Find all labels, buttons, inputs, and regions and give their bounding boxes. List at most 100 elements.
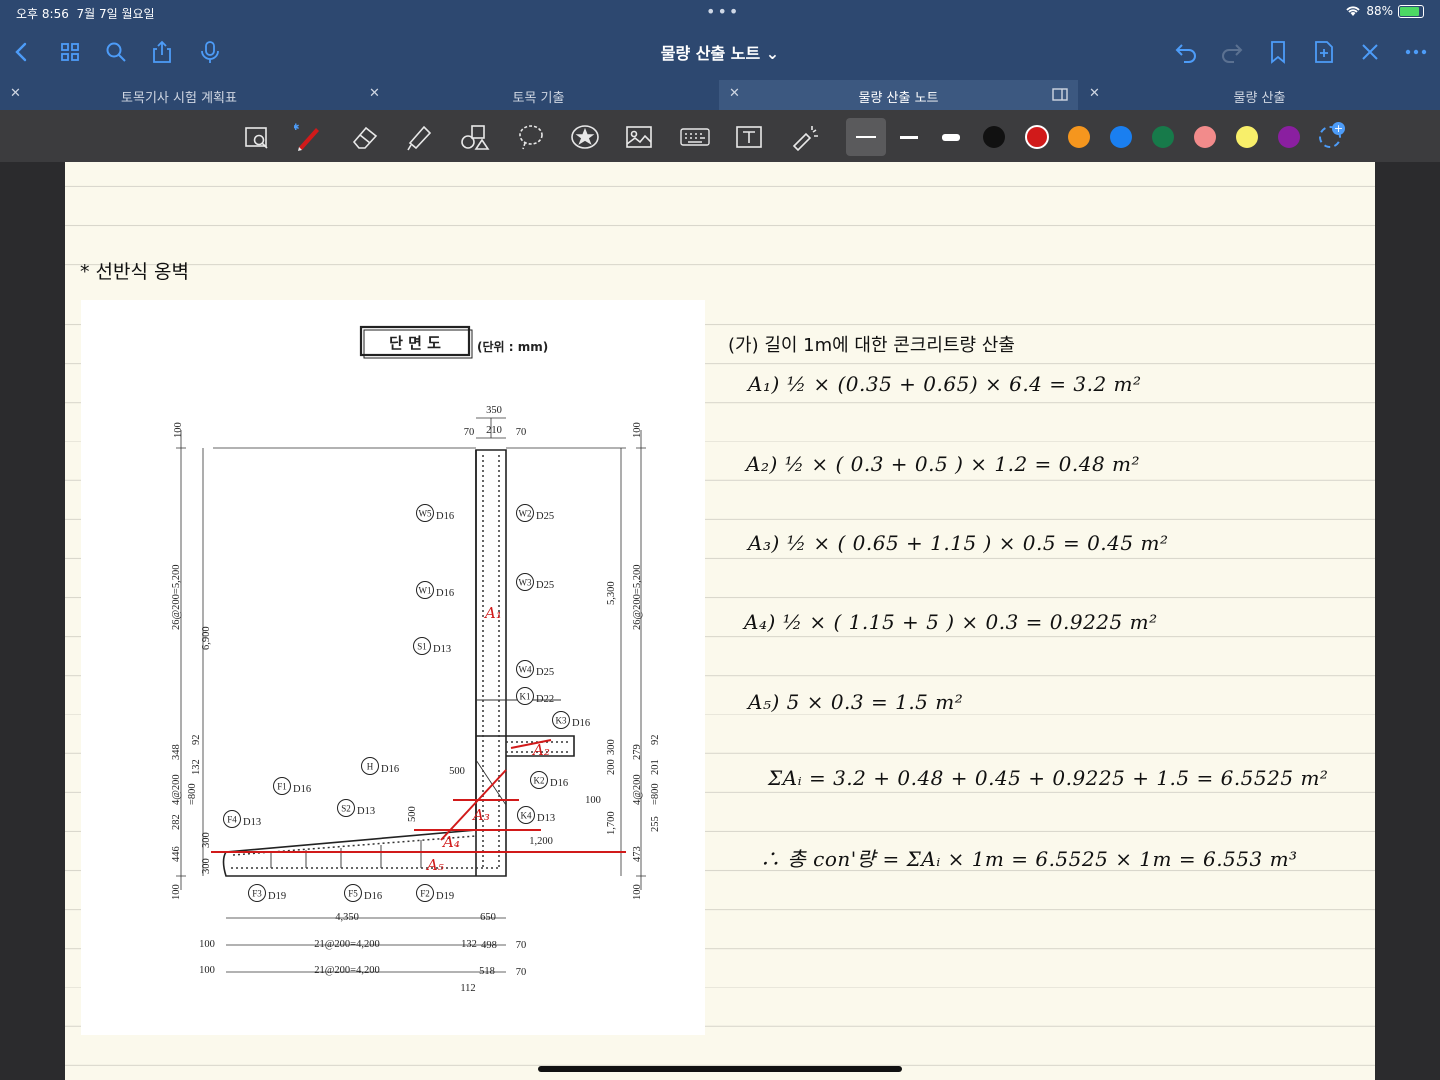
tab-label: 토목기사 시험 계획표 (121, 91, 237, 106)
battery-icon (1398, 4, 1424, 18)
eraser-icon[interactable] (350, 122, 380, 152)
calc-line-a4: A₄) ½ × ( 1.15 + 5 ) × 0.3 = 0.9225 m² (744, 610, 1158, 634)
tab-label: 물량 산출 (1233, 91, 1286, 106)
add-page-icon[interactable] (1310, 38, 1338, 66)
rebar-diameter: D25 (536, 511, 554, 522)
multitask-dots[interactable]: ••• (706, 2, 740, 21)
stroke-thick-button[interactable] (936, 122, 966, 152)
rebar-mark: W2 (519, 509, 532, 519)
rebar-mark: S1 (417, 642, 427, 652)
dim-left: 446 (171, 846, 182, 862)
rebar-mark: F4 (227, 815, 237, 825)
color-green[interactable] (1152, 126, 1174, 148)
color-purple[interactable] (1278, 126, 1300, 148)
dim-right: 201 (650, 759, 661, 775)
color-blue[interactable] (1110, 126, 1132, 148)
dim-bottom: 112 (460, 983, 475, 994)
rebar-diameter: D16 (436, 588, 454, 599)
rebar-diameter: D25 (536, 580, 554, 591)
search-icon[interactable] (102, 38, 130, 66)
dim-bottom: 70 (516, 940, 527, 951)
tab-1[interactable]: ✕ 토목기사 시험 계획표 (0, 80, 358, 110)
undo-icon[interactable] (1172, 38, 1200, 66)
dim-left: 100 (171, 884, 182, 900)
calc-line-a5: A₅) 5 × 0.3 = 1.5 m² (748, 690, 964, 714)
rebar-diameter: D13 (433, 644, 451, 655)
redo-icon[interactable] (1218, 38, 1246, 66)
pen-icon[interactable]: ✱ (294, 122, 324, 152)
home-indicator[interactable] (538, 1066, 902, 1072)
canvas-margin-left (0, 162, 65, 1080)
wifi-icon (1346, 6, 1361, 16)
laser-pointer-icon[interactable] (790, 122, 820, 152)
add-color-icon[interactable]: + (1319, 122, 1345, 148)
calc-line-total: ∴ 총 con'량 = ΣAᵢ × 1m = 6.5525 × 1m = 6.5… (760, 847, 1298, 871)
dim-top: 70 (516, 427, 527, 438)
rebar-mark: F3 (252, 889, 262, 899)
dim-right: 1,700 (606, 811, 617, 835)
zoom-window-icon[interactable] (242, 122, 272, 152)
rebar-mark: K1 (520, 692, 531, 702)
back-icon[interactable] (8, 38, 36, 66)
dim-right: 279 (632, 744, 643, 760)
dim-bottom: 70 (516, 967, 527, 978)
tab-4[interactable]: ✕ 물량 산출 (1079, 80, 1440, 110)
dim-right: 4@200 (632, 774, 643, 805)
rebar-mark: S2 (341, 804, 351, 814)
calc-line-a3: A₃) ½ × ( 0.65 + 1.15 ) × 0.5 = 0.45 m² (748, 531, 1169, 555)
color-yellow[interactable] (1236, 126, 1258, 148)
dim-right: 100 (632, 884, 643, 900)
more-icon[interactable] (1402, 38, 1430, 66)
color-red-selected[interactable] (1025, 125, 1049, 149)
rebar-diameter: D19 (436, 891, 454, 902)
dim-left: 6,900 (201, 626, 212, 650)
image-icon[interactable] (624, 122, 654, 152)
color-black[interactable] (983, 126, 1005, 148)
dim-right: 100 (632, 422, 643, 438)
rebar-mark: H (367, 762, 374, 772)
dim-left: 132 (191, 759, 202, 775)
pen-close-icon[interactable] (1356, 38, 1384, 66)
keyboard-icon[interactable] (680, 122, 710, 152)
dim-left: 300 (201, 832, 212, 848)
dim-top: 350 (486, 405, 502, 416)
dim-left: 4@200 (171, 774, 182, 805)
rebar-diameter: D16 (364, 891, 382, 902)
highlighter-icon[interactable] (404, 122, 434, 152)
document-title[interactable]: 물량 산출 노트 ⌄ (560, 40, 880, 64)
color-orange[interactable] (1068, 126, 1090, 148)
color-pink[interactable] (1194, 126, 1216, 148)
bookmark-icon[interactable] (1264, 38, 1292, 66)
tab-2[interactable]: ✕ 토목 기출 (359, 80, 718, 110)
dim-bottom: 4,350 (335, 912, 359, 923)
split-view-icon[interactable] (1052, 87, 1070, 103)
area-label: A₄ (441, 833, 460, 851)
sticker-icon[interactable] (570, 122, 600, 152)
dim-right: 255 (650, 816, 661, 832)
dim-inner: 100 (585, 795, 601, 806)
microphone-icon[interactable] (196, 38, 224, 66)
share-icon[interactable] (148, 38, 176, 66)
rebar-diameter: D19 (268, 891, 286, 902)
area-label: A₅ (425, 856, 444, 874)
status-time: 오후 8:56 7월 7일 월요일 (16, 5, 155, 22)
rebar-mark: K4 (521, 811, 532, 821)
stroke-thin-button[interactable] (846, 118, 886, 156)
drawing-toolbar: ✱ (0, 110, 1440, 162)
rebar-mark: W1 (419, 586, 432, 596)
dim-left: 348 (171, 744, 182, 760)
stroke-medium-button[interactable] (894, 122, 924, 152)
shapes-icon[interactable] (460, 122, 490, 152)
grid-icon[interactable] (56, 38, 84, 66)
cross-section-drawing[interactable]: 단 면 도 (단위 : mm) 350 70 210 70 100 26@200… (81, 300, 705, 1035)
rebar-mark: F2 (420, 889, 430, 899)
lasso-icon[interactable] (516, 122, 546, 152)
date-text: 7월 7일 월요일 (76, 7, 155, 21)
calc-line-sum: ΣAᵢ = 3.2 + 0.48 + 0.45 + 0.9225 + 1.5 =… (768, 766, 1329, 790)
dim-bottom: 518 (479, 966, 495, 977)
dim-bottom: 100 (199, 939, 215, 950)
rebar-diameter: D25 (536, 667, 554, 678)
text-box-icon[interactable] (734, 122, 764, 152)
rebar-mark: K3 (556, 716, 567, 726)
tab-3-active[interactable]: ✕ 물량 산출 노트 (719, 80, 1078, 110)
